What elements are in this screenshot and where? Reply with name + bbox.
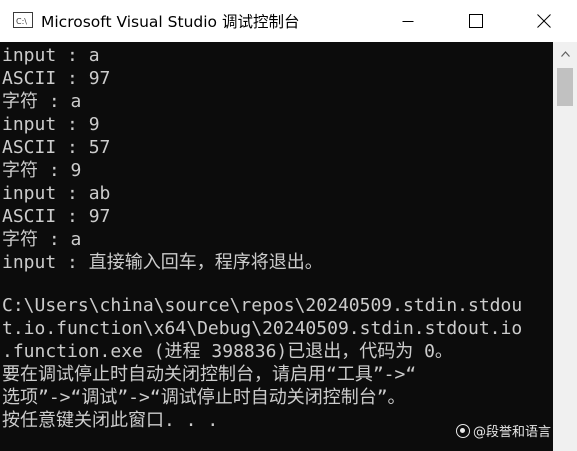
scroll-up-button[interactable]: [553, 42, 577, 66]
console-line: input : 直接输入回车，程序将退出。: [2, 252, 323, 273]
watermark: @段誉和语言: [456, 421, 551, 440]
console-line: 字符 : a: [2, 91, 82, 112]
chevron-up-icon: [560, 51, 570, 57]
title-bar[interactable]: C:\ Microsoft Visual Studio 调试控制台: [0, 0, 577, 43]
close-button[interactable]: [521, 0, 567, 42]
console-line: C:\Users\china\source\repos\20240509.std…: [2, 295, 523, 316]
console-line: ASCII : 97: [2, 68, 111, 89]
console-line: .function.exe (进程 398836)已退出，代码为 0。: [2, 341, 453, 362]
console-line: input : a: [2, 45, 100, 66]
console-line: input : ab: [2, 183, 111, 204]
scrollbar-thumb[interactable]: [557, 68, 573, 106]
watermark-logo-icon: [456, 423, 470, 438]
console-line: 要在调试停止时自动关闭控制台，请启用“工具”->“: [2, 364, 417, 385]
console-line: input : 9: [2, 114, 100, 135]
minimize-icon: [402, 21, 414, 22]
maximize-icon: [469, 14, 483, 28]
visual-studio-console-icon[interactable]: C:\: [13, 12, 33, 28]
watermark-text: @段誉和语言: [473, 425, 552, 440]
console-line: ASCII : 97: [2, 206, 111, 227]
maximize-button[interactable]: [453, 0, 499, 42]
svg-text:C:\: C:\: [16, 17, 27, 25]
console-line: 选项”->“调试”->“调试停止时自动关闭控制台”。: [2, 387, 406, 408]
minimize-button[interactable]: [385, 0, 431, 42]
console-line: ASCII : 57: [2, 137, 111, 158]
vertical-scrollbar[interactable]: [553, 42, 577, 451]
console-line: 字符 : a: [2, 229, 82, 250]
console-line: 按任意键关闭此窗口. . .: [2, 410, 219, 431]
console-window: C:\ Microsoft Visual Studio 调试控制台 input …: [0, 0, 577, 451]
close-icon: [537, 14, 551, 28]
window-title: Microsoft Visual Studio 调试控制台: [41, 13, 300, 31]
console-line: 字符 : 9: [2, 160, 82, 181]
console-line: t.io.function\x64\Debug\20240509.stdin.s…: [2, 318, 523, 339]
console-output[interactable]: input : a ASCII : 97 字符 : a input : 9 AS…: [0, 42, 553, 451]
